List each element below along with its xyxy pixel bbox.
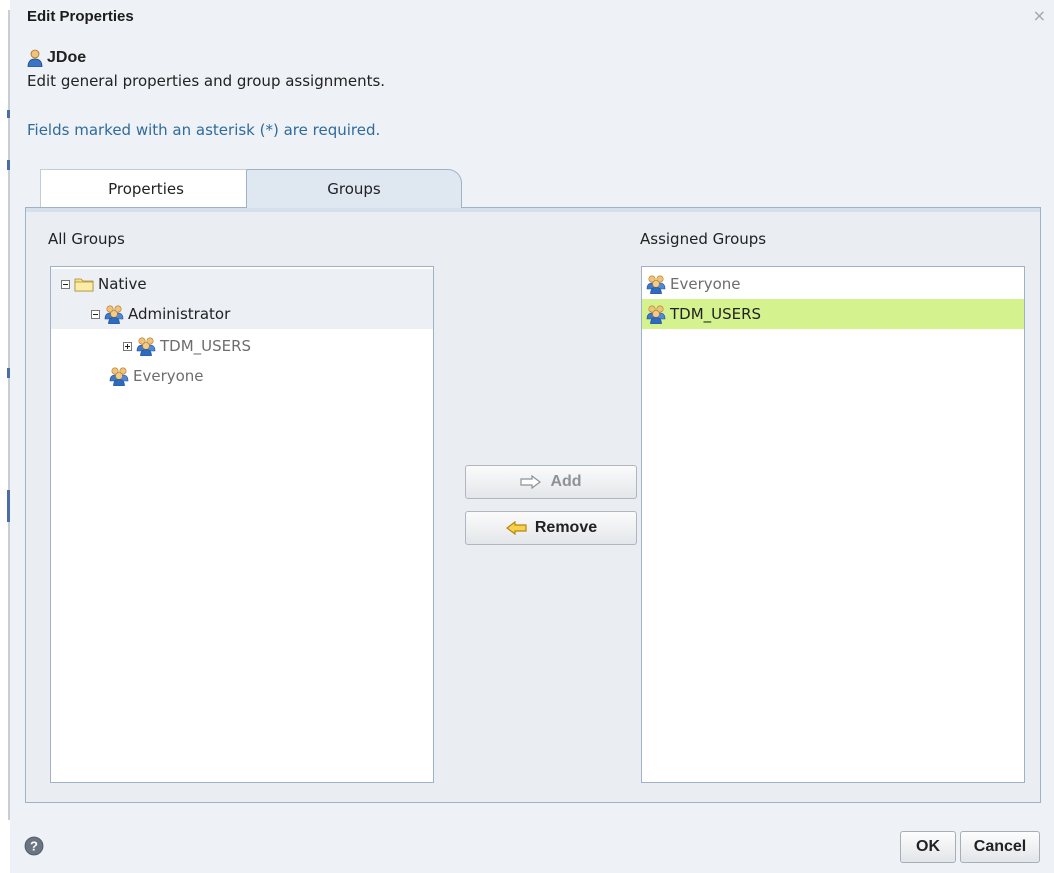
- window-left-edge: [0, 0, 10, 873]
- add-button-label: Add: [550, 473, 582, 490]
- list-item[interactable]: TDM_USERS: [642, 299, 1024, 329]
- tree-node-everyone[interactable]: Everyone: [51, 361, 433, 391]
- list-item[interactable]: Everyone: [642, 269, 1024, 299]
- user-icon: [27, 49, 43, 67]
- expand-icon[interactable]: [123, 341, 132, 351]
- cancel-button[interactable]: Cancel: [960, 831, 1040, 863]
- arrow-left-icon: [505, 521, 527, 535]
- tab-groups[interactable]: Groups: [246, 169, 462, 208]
- group-icon: [109, 366, 129, 386]
- tab-properties[interactable]: Properties: [40, 169, 252, 208]
- dialog-description: Edit general properties and group assign…: [27, 72, 386, 90]
- remove-button[interactable]: Remove: [465, 511, 637, 545]
- dialog-titlebar: Edit Properties ×: [10, 0, 1054, 36]
- folder-icon: [74, 278, 94, 292]
- group-icon: [646, 304, 666, 324]
- tab-groups-label: Groups: [327, 180, 381, 198]
- required-fields-note: Fields marked with an asterisk (*) are r…: [27, 121, 381, 139]
- user-header: JDoe: [27, 48, 86, 68]
- groups-panel: All Groups Assigned Groups Native Admini…: [25, 207, 1041, 803]
- help-icon[interactable]: ?: [24, 836, 44, 856]
- tree-node-label: Everyone: [133, 367, 204, 385]
- assigned-groups-label: Assigned Groups: [640, 230, 767, 248]
- all-groups-label: All Groups: [48, 230, 125, 248]
- ok-button[interactable]: OK: [900, 831, 956, 863]
- tab-properties-label: Properties: [108, 180, 184, 198]
- collapse-icon[interactable]: [61, 279, 70, 289]
- list-item-label: Everyone: [670, 275, 741, 293]
- close-icon[interactable]: ×: [1033, 6, 1046, 25]
- tree-node-native[interactable]: Native: [51, 269, 433, 299]
- tree-node-tdm-users[interactable]: TDM_USERS: [51, 331, 433, 361]
- assigned-groups-list[interactable]: Everyone TDM_USERS: [641, 266, 1025, 783]
- arrow-right-icon: [520, 475, 542, 489]
- tree-node-administrator[interactable]: Administrator: [51, 299, 433, 329]
- group-icon: [104, 304, 124, 324]
- collapse-icon[interactable]: [91, 309, 100, 319]
- list-item-label: TDM_USERS: [670, 305, 762, 323]
- add-button[interactable]: Add: [465, 465, 637, 499]
- cancel-button-label: Cancel: [973, 838, 1027, 855]
- all-groups-tree[interactable]: Native Administrator TDM_USERS Everyone: [50, 266, 434, 783]
- group-icon: [136, 336, 156, 356]
- dialog-title: Edit Properties: [27, 8, 134, 25]
- tree-node-label: Native: [98, 275, 147, 293]
- tree-node-label: TDM_USERS: [160, 337, 252, 355]
- ok-button-label: OK: [916, 838, 940, 855]
- edit-properties-dialog: Edit Properties × JDoe Edit general prop…: [10, 0, 1054, 873]
- remove-button-label: Remove: [534, 519, 598, 536]
- user-name: JDoe: [47, 49, 87, 66]
- tree-node-label: Administrator: [128, 305, 231, 323]
- svg-text:?: ?: [30, 839, 38, 854]
- group-icon: [646, 274, 666, 294]
